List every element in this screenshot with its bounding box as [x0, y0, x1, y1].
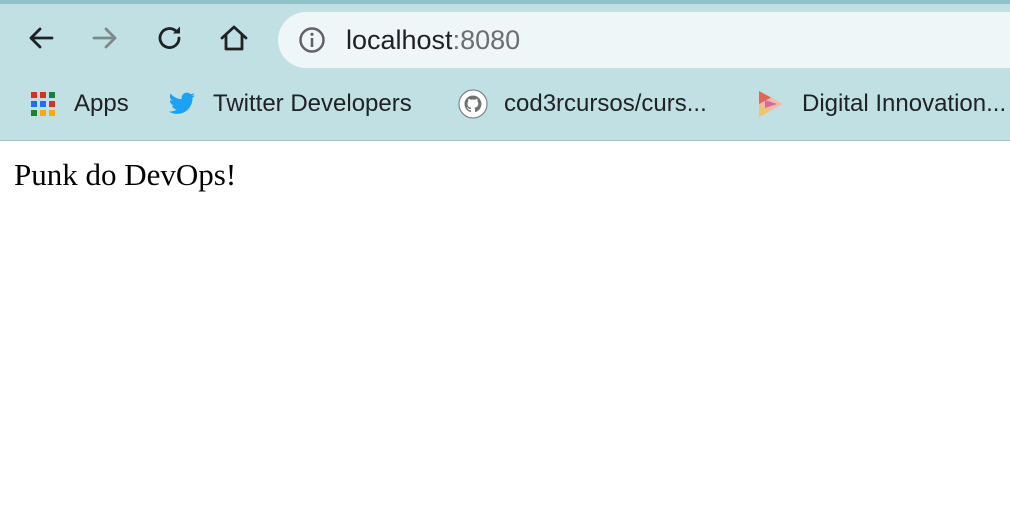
bookmark-apps[interactable]: Apps: [28, 84, 129, 124]
home-button[interactable]: [212, 16, 256, 60]
info-icon[interactable]: [298, 26, 326, 54]
bookmarks-bar: Apps Twitter Developers cod3rcursos/curs…: [0, 78, 1010, 130]
url-text[interactable]: localhost:8080: [346, 12, 520, 68]
bookmark-twitter-developers[interactable]: Twitter Developers: [167, 84, 412, 124]
bookmark-label: Digital Innovation...: [802, 90, 1007, 117]
forward-button[interactable]: [83, 16, 127, 60]
home-icon: [220, 25, 248, 51]
bookmark-digital-innovation[interactable]: Digital Innovation...: [756, 84, 1006, 124]
reload-icon: [158, 26, 181, 49]
url-host: localhost: [346, 25, 453, 55]
browser-toolbar: localhost:8080: [0, 4, 1010, 76]
twitter-icon: [167, 89, 197, 119]
arrow-left-icon: [29, 27, 54, 49]
address-bar[interactable]: localhost:8080: [278, 12, 1010, 68]
browser-chrome: localhost:8080 Apps Twitter Developers c…: [0, 0, 1010, 141]
github-icon: [458, 89, 488, 119]
page-content: Punk do DevOps!: [0, 141, 1010, 518]
apps-grid-icon: [28, 89, 58, 119]
reload-button[interactable]: [148, 16, 192, 60]
dio-icon: [756, 89, 786, 119]
bookmark-github-cod3rcursos[interactable]: cod3rcursos/curs...: [458, 84, 707, 124]
bookmark-label: Twitter Developers: [213, 90, 412, 117]
bookmark-label: cod3rcursos/curs...: [504, 90, 707, 117]
bookmark-label: Apps: [74, 90, 129, 117]
arrow-right-icon: [92, 27, 117, 49]
url-port: :8080: [452, 25, 521, 55]
back-button[interactable]: [19, 16, 63, 60]
page-body-text: Punk do DevOps!: [14, 157, 237, 192]
